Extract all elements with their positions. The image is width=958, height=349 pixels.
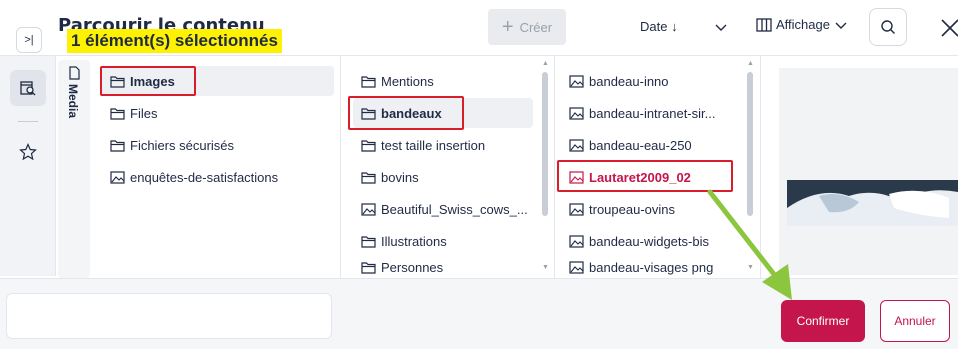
list-item-label: Files <box>130 105 158 121</box>
list-item[interactable]: bandeaux <box>353 98 533 128</box>
list-item-label: bandeau-visages png <box>589 259 714 275</box>
folder-icon <box>361 107 376 120</box>
side-rail <box>0 56 56 276</box>
list-item[interactable]: enquêtes-de-satisfactions <box>100 162 334 192</box>
scroll-up-arrow[interactable]: ▲ <box>747 60 754 67</box>
list-item[interactable]: troupeau-ovins <box>569 194 741 224</box>
plus-icon: + <box>501 16 514 38</box>
list-item[interactable]: Illustrations <box>353 226 533 256</box>
cancel-button[interactable]: Annuler <box>880 300 950 342</box>
display-menu-button[interactable]: Affichage <box>756 17 848 32</box>
list-item-label: bandeau-inno <box>589 73 669 89</box>
list-item-label: Images <box>130 73 175 89</box>
image-icon <box>569 234 584 248</box>
close-icon[interactable] <box>938 16 958 38</box>
image-icon <box>569 106 584 120</box>
list-item[interactable]: Mentions <box>353 66 533 96</box>
folder-icon <box>361 75 376 88</box>
create-button[interactable]: + Créer <box>488 9 566 45</box>
list-item[interactable]: test taille insertion <box>353 130 533 160</box>
browser-column-3: bandeau-inno bandeau-intranet-sir... ban… <box>554 56 760 278</box>
folder-icon <box>361 235 376 248</box>
scrollbar-thumb[interactable] <box>542 72 548 216</box>
image-icon <box>569 74 584 88</box>
scrollbar-thumb[interactable] <box>747 72 753 216</box>
image-icon <box>110 170 125 184</box>
image-icon <box>569 260 584 274</box>
list-item-label: bandeau-widgets-bis <box>589 233 709 249</box>
list-item[interactable]: bandeau-widgets-bis <box>569 226 741 256</box>
image-icon <box>569 170 584 184</box>
confirm-button[interactable]: Confirmer <box>781 300 865 342</box>
browser-column-1: Images Files Fichiers sécurisés enquêtes… <box>94 56 340 278</box>
scroll-down-arrow[interactable]: ▼ <box>542 264 549 271</box>
list-item[interactable]: bovins <box>353 162 533 192</box>
expand-icon: >| <box>24 34 34 46</box>
list-item-label: test taille insertion <box>381 137 486 153</box>
folder-icon <box>110 107 125 120</box>
bookmarks-button[interactable] <box>10 134 46 170</box>
list-item-selected[interactable]: Lautaret2009_02 <box>569 162 741 192</box>
folder-icon <box>361 171 376 184</box>
folder-icon <box>110 139 125 152</box>
browse-button[interactable] <box>10 70 46 106</box>
list-item[interactable]: bandeau-visages png <box>569 256 741 278</box>
list-item-label: Personnes <box>381 259 444 275</box>
list-item-label: bandeaux <box>381 105 442 121</box>
folder-icon <box>361 139 376 152</box>
list-item-label: bandeau-eau-250 <box>589 137 692 153</box>
chevron-down-icon <box>835 22 847 29</box>
list-item-label: Illustrations <box>381 233 447 249</box>
document-icon <box>69 66 80 80</box>
list-item[interactable]: Personnes <box>353 256 533 278</box>
list-item[interactable]: Fichiers sécurisés <box>100 130 334 160</box>
columns-icon <box>756 17 772 32</box>
list-item-label: Lautaret2009_02 <box>589 169 691 185</box>
scroll-up-arrow[interactable]: ▲ <box>542 60 549 67</box>
snow-landscape-image <box>779 68 958 275</box>
list-item-label: bandeau-intranet-sir... <box>589 105 716 121</box>
list-item[interactable]: Files <box>100 98 334 128</box>
sort-select[interactable]: Date ↓ <box>640 19 678 34</box>
create-label: Créer <box>519 19 553 35</box>
browse-icon <box>20 81 36 96</box>
list-item[interactable]: bandeau-inno <box>569 66 741 96</box>
image-icon <box>569 202 584 216</box>
media-tab-label: Media <box>66 84 80 119</box>
folder-icon <box>361 261 376 274</box>
browser-column-2: Mentions bandeaux test taille insertion … <box>340 56 554 278</box>
image-icon <box>569 138 584 152</box>
display-label: Affichage <box>776 17 830 32</box>
list-item-label: Fichiers sécurisés <box>130 137 235 153</box>
scroll-down-arrow[interactable]: ▼ <box>747 264 754 271</box>
list-item-label: troupeau-ovins <box>589 201 675 217</box>
folder-icon <box>110 75 125 88</box>
list-item-label: bovins <box>381 169 419 185</box>
list-item[interactable]: bandeau-eau-250 <box>569 130 741 160</box>
chevron-down-icon[interactable] <box>714 20 728 34</box>
selection-panel <box>6 293 332 339</box>
search-icon <box>881 20 895 34</box>
expand-selection-button[interactable]: >| <box>16 27 42 53</box>
list-item-label: Beautiful_Swiss_cows_... <box>381 201 528 217</box>
search-button[interactable] <box>869 8 907 46</box>
list-item-label: enquêtes-de-satisfactions <box>130 169 279 185</box>
list-item[interactable]: Images <box>100 66 334 96</box>
rail-divider <box>18 121 38 122</box>
selection-count: 1 élément(s) sélectionnés <box>67 29 282 53</box>
list-item-label: Mentions <box>381 73 434 89</box>
image-icon <box>361 202 376 216</box>
list-item[interactable]: bandeau-intranet-sir... <box>569 98 741 128</box>
star-icon <box>19 143 37 161</box>
list-item[interactable]: Beautiful_Swiss_cows_... <box>353 194 533 224</box>
preview-image <box>779 68 958 275</box>
